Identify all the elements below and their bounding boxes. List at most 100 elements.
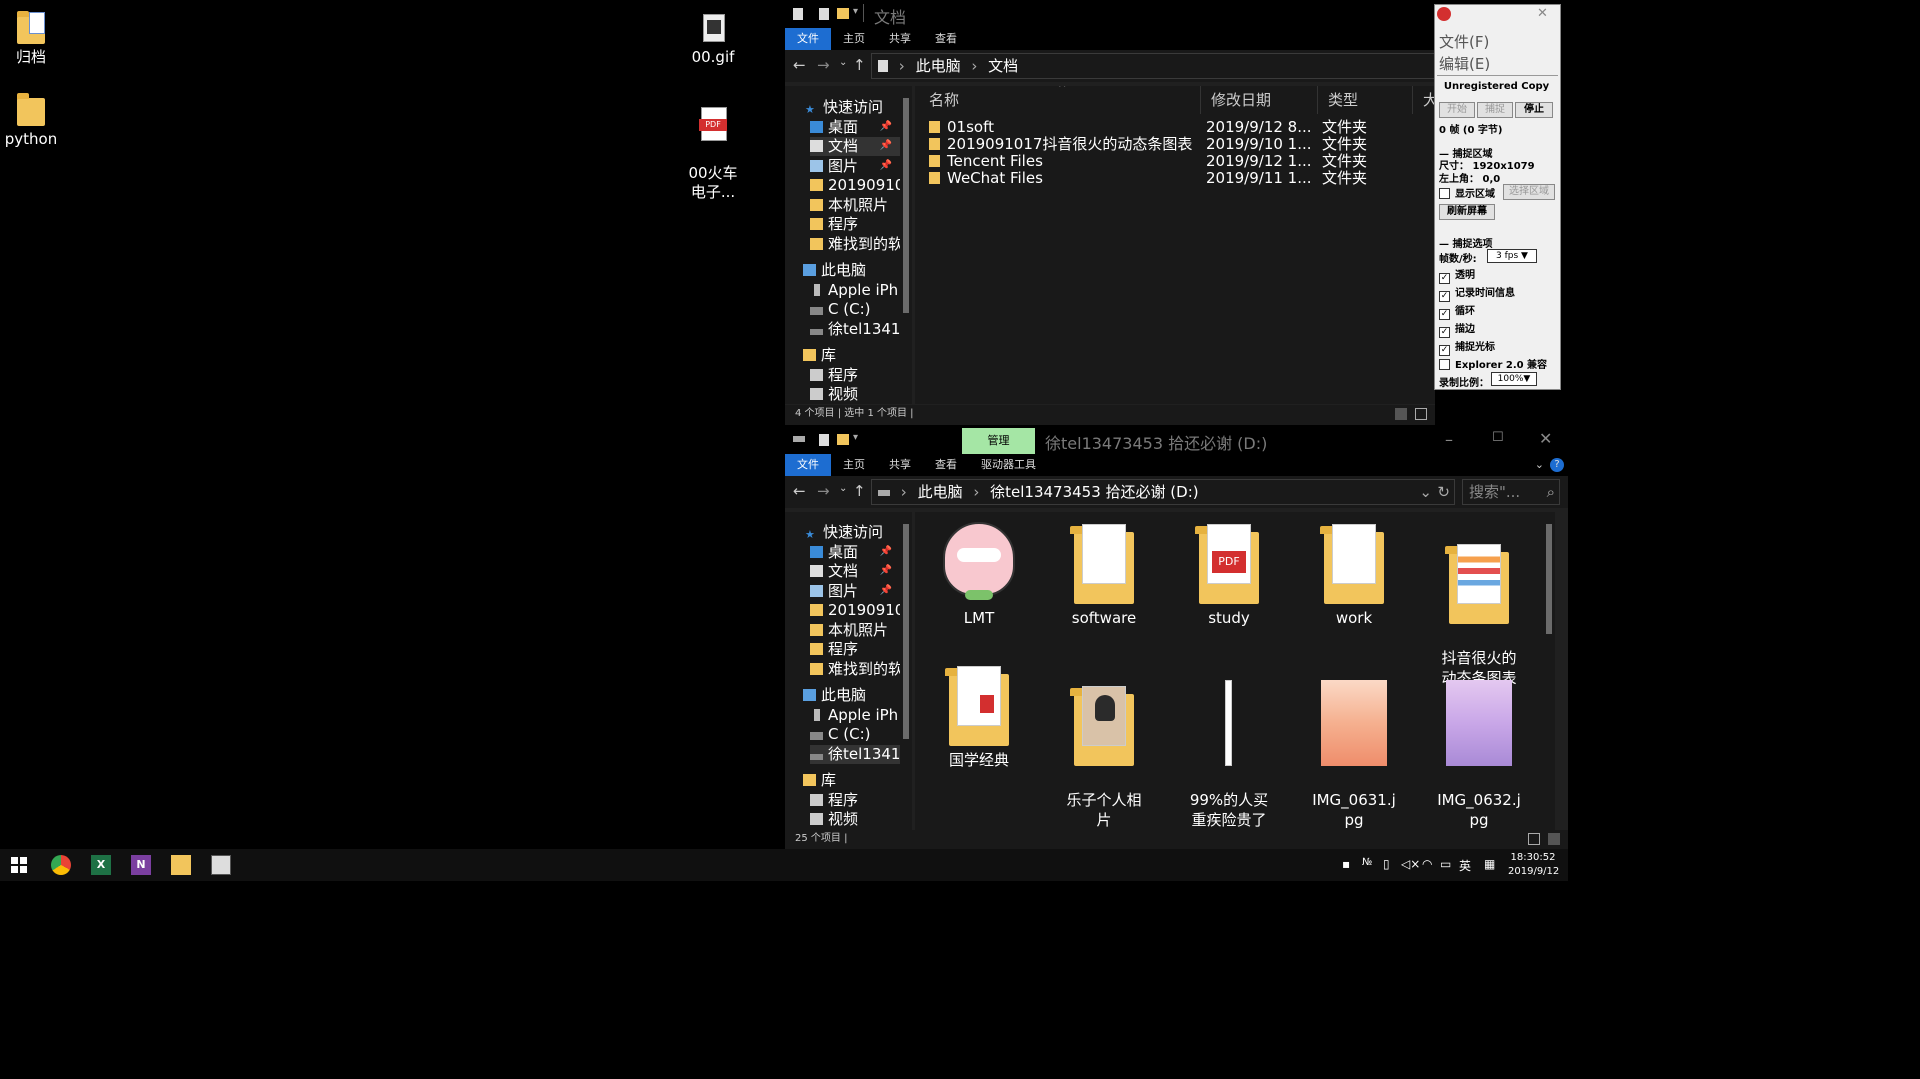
nav-this-pc[interactable]: 此电脑 [803, 261, 866, 280]
option-border[interactable]: ✓ 描边 [1439, 320, 1475, 338]
nav-folder-software[interactable]: 难找到的软 [810, 235, 900, 254]
nav-documents[interactable]: 文档 [810, 562, 858, 581]
desktop-icon-archive[interactable]: 归档 [0, 10, 71, 67]
nav-drive-d[interactable]: 徐tel1341 [810, 320, 900, 339]
breadcrumb-documents[interactable]: 文档 [988, 57, 1018, 75]
nav-drive-d[interactable]: 徐tel1341 [810, 745, 900, 764]
address-dropdown-icon[interactable]: ⌄ [1419, 480, 1432, 504]
option-record-time[interactable]: ✓ 记录时间信息 [1439, 284, 1515, 302]
customize-toolbar-icon[interactable]: ▾ [853, 432, 858, 443]
nav-this-pc[interactable]: 此电脑 [803, 686, 866, 705]
grid-item-img-0632[interactable]: IMG_0632.j pg [1424, 660, 1534, 830]
ime-language[interactable]: 英 [1459, 857, 1471, 874]
chrome-icon[interactable] [51, 855, 71, 875]
table-row[interactable]: 2019091017抖音很火的动态条图表 2019/9/10 1... 文件夹 [929, 136, 1429, 153]
start-button[interactable]: 开始 [1439, 102, 1475, 118]
maximize-button[interactable]: ☐ [1492, 430, 1504, 445]
nav-lib-programs[interactable]: 程序 [810, 791, 858, 810]
scrollbar-thumb[interactable] [1546, 524, 1552, 634]
nav-folder-programs[interactable]: 程序 [810, 215, 858, 234]
tab-file[interactable]: 文件 [785, 28, 831, 50]
option-capture-cursor[interactable]: ✓ 捕捉光标 [1439, 338, 1495, 356]
nav-folder-software[interactable]: 难找到的软 [810, 660, 900, 679]
nav-desktop[interactable]: 桌面 [810, 543, 858, 562]
keyboard-icon[interactable]: ▦ [1484, 857, 1495, 871]
tab-manage[interactable]: 管理 [962, 428, 1035, 454]
battery-icon[interactable]: ▭ [1440, 857, 1451, 871]
properties-icon[interactable] [819, 434, 829, 446]
option-explorer-compat[interactable]: Explorer 2.0 兼容 [1439, 356, 1547, 371]
grid-item-guoxue[interactable]: 国学经典 [924, 660, 1034, 770]
customize-toolbar-icon[interactable]: ▾ [853, 6, 858, 17]
details-view-icon[interactable] [1528, 833, 1540, 845]
scrollbar-thumb[interactable] [903, 98, 909, 313]
nav-iphone[interactable]: Apple iPh [810, 281, 898, 300]
capture-button[interactable]: 捕捉 [1477, 102, 1513, 118]
back-arrow-icon[interactable]: ← [793, 56, 806, 74]
grid-item-software[interactable]: software [1049, 518, 1159, 628]
large-icons-view-icon[interactable] [1415, 408, 1427, 420]
table-row[interactable]: 01soft 2019/9/12 8... 文件夹 [929, 119, 1429, 136]
tab-file[interactable]: 文件 [785, 454, 831, 476]
nav-lib-programs[interactable]: 程序 [810, 366, 858, 385]
menu-file[interactable]: 文件(F) [1439, 31, 1489, 52]
checkbox-checked[interactable]: ✓ [1439, 273, 1450, 284]
nav-iphone[interactable]: Apple iPh [810, 706, 898, 725]
nav-lib-videos[interactable]: 视频 [810, 385, 858, 404]
chevron-down-icon[interactable]: ⌄ [1535, 454, 1544, 476]
forward-arrow-icon[interactable]: → [817, 56, 830, 74]
tab-drive-tools[interactable]: 驱动器工具 [969, 454, 1048, 476]
details-view-icon[interactable] [1395, 408, 1407, 420]
file-explorer-icon[interactable] [171, 855, 191, 875]
new-folder-icon[interactable] [837, 8, 849, 19]
ratio-select[interactable]: 100%▼ [1491, 372, 1537, 386]
large-icons-view-icon[interactable] [1548, 833, 1560, 845]
up-arrow-icon[interactable]: ↑ [853, 482, 866, 500]
option-loop[interactable]: ✓ 循环 [1439, 302, 1475, 320]
column-header-date[interactable]: 修改日期 [1201, 86, 1318, 114]
recent-locations-icon[interactable]: ⌄ [839, 483, 847, 494]
windows-start-icon[interactable] [11, 857, 31, 877]
forward-arrow-icon[interactable]: → [817, 482, 830, 500]
nav-drive-c[interactable]: C (C:) [810, 725, 870, 744]
nav-lib-videos[interactable]: 视频 [810, 810, 858, 829]
properties-icon[interactable] [819, 8, 829, 20]
checkbox-checked[interactable]: ✓ [1439, 291, 1450, 302]
nav-folder-20190910[interactable]: 20190910 [810, 176, 900, 195]
address-box[interactable]: › 此电脑 › 文档 [871, 53, 1435, 79]
nav-pictures[interactable]: 图片 [810, 157, 858, 176]
fps-select[interactable]: 3 fps ▼ [1487, 249, 1537, 263]
nav-scrollbar[interactable] [900, 512, 912, 830]
column-header-size[interactable]: 大 [1413, 86, 1435, 114]
checkbox[interactable] [1439, 359, 1450, 370]
grid-item-personal-photos[interactable]: 乐子个人相 片 [1049, 660, 1159, 830]
nav-folder-photos[interactable]: 本机照片 [810, 621, 888, 640]
menu-edit[interactable]: 编辑(E) [1439, 53, 1490, 74]
desktop-icon-python[interactable]: python [0, 92, 71, 149]
checkbox-checked[interactable]: ✓ [1439, 309, 1450, 320]
desktop-icon-pdf[interactable]: PDF 00火车 电子... [673, 88, 753, 202]
checkbox-checked[interactable]: ✓ [1439, 327, 1450, 338]
nav-pictures[interactable]: 图片 [810, 582, 858, 601]
search-input[interactable]: 搜索"... ⌕ [1462, 479, 1560, 505]
quick-access-toolbar-icon[interactable] [793, 8, 803, 20]
back-arrow-icon[interactable]: ← [793, 482, 806, 500]
nav-quick-access[interactable]: ★ 快速访问 [805, 98, 883, 117]
column-header-type[interactable]: 类型 [1318, 86, 1413, 114]
tab-home[interactable]: 主页 [831, 454, 877, 476]
tab-share[interactable]: 共享 [877, 28, 923, 50]
nav-libraries[interactable]: 库 [803, 771, 836, 790]
wifi-icon[interactable]: ◠ [1422, 857, 1432, 871]
stop-button[interactable]: 停止 [1515, 102, 1553, 118]
grid-item-work[interactable]: work [1299, 518, 1409, 628]
clock[interactable]: 18:30:52 2019/9/12 [1508, 851, 1559, 879]
breadcrumb-this-pc[interactable]: 此电脑 [916, 57, 961, 75]
nav-desktop[interactable]: 桌面 [810, 118, 858, 137]
refresh-icon[interactable]: ↻ [1437, 480, 1450, 504]
tab-home[interactable]: 主页 [831, 28, 877, 50]
close-button[interactable]: ✕ [1539, 429, 1552, 448]
content-scrollbar[interactable] [1543, 512, 1555, 830]
breadcrumb-drive-d[interactable]: 徐tel13473453 拾还必谢 (D:) [990, 483, 1198, 501]
onenote-icon[interactable]: N [131, 855, 151, 875]
tray-ime-icon[interactable]: № [1362, 857, 1372, 868]
